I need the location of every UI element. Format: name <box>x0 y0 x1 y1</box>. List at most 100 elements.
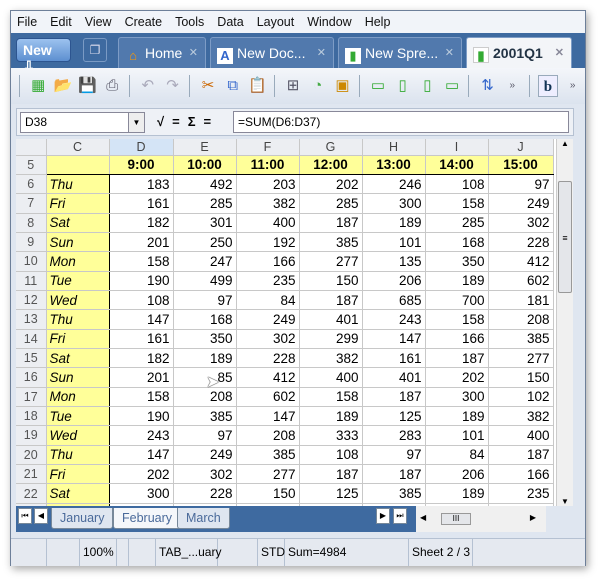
sum-icon[interactable]: Σ <box>188 114 204 129</box>
value-cell[interactable]: 243 <box>109 425 174 446</box>
column-header-e[interactable]: E <box>173 139 237 156</box>
value-cell[interactable]: 161 <box>109 193 174 214</box>
value-cell[interactable]: 602 <box>488 271 554 291</box>
day-cell[interactable]: Sun <box>46 367 110 388</box>
selection-mode[interactable]: STD <box>258 539 285 566</box>
value-cell[interactable]: 108 <box>299 445 363 466</box>
value-cell[interactable]: 125 <box>362 406 426 427</box>
value-cell[interactable]: 400 <box>488 425 554 446</box>
tab-2001q1[interactable]: ▮ 2001Q1 ✕ <box>466 37 572 68</box>
tab-new-spreadsheet[interactable]: ▮ New Spre... ✕ <box>338 37 462 68</box>
value-cell[interactable]: 382 <box>236 193 300 214</box>
value-cell[interactable]: 161 <box>362 348 426 369</box>
value-cell[interactable]: 147 <box>109 445 174 466</box>
scroll-up-icon[interactable]: ▲ <box>557 139 573 148</box>
next-sheet-icon[interactable]: ▶ <box>376 508 390 524</box>
value-cell[interactable]: 85 <box>173 367 237 388</box>
value-cell[interactable]: 246 <box>362 174 426 195</box>
insert-above-icon[interactable]: ▯ <box>392 75 413 97</box>
value-cell[interactable]: 182 <box>109 348 174 369</box>
hour-header-cell[interactable]: 10:00 <box>173 155 237 175</box>
hour-header-cell[interactable]: 14:00 <box>425 155 489 175</box>
value-cell[interactable]: 685 <box>362 290 426 311</box>
row-header[interactable]: 5 <box>16 155 47 175</box>
row-header[interactable]: 6 <box>16 174 47 195</box>
menu-create[interactable]: Create <box>125 15 163 29</box>
value-cell[interactable]: 285 <box>425 213 489 233</box>
menu-data[interactable]: Data <box>217 15 243 29</box>
value-cell[interactable]: 412 <box>488 251 554 272</box>
new-button[interactable]: New ⇩ <box>16 38 71 74</box>
value-cell[interactable]: 181 <box>488 290 554 311</box>
column-header-h[interactable]: H <box>362 139 426 156</box>
close-icon[interactable]: ✕ <box>555 46 564 59</box>
cell[interactable] <box>46 155 110 175</box>
menu-edit[interactable]: Edit <box>50 15 72 29</box>
scroll-down-icon[interactable]: ▼ <box>557 497 573 506</box>
value-cell[interactable]: 166 <box>488 464 554 485</box>
value-cell[interactable]: 412 <box>236 367 300 388</box>
value-cell[interactable]: 202 <box>425 367 489 388</box>
value-cell[interactable]: 108 <box>109 290 174 311</box>
value-cell[interactable]: 201 <box>109 232 174 253</box>
value-cell[interactable]: 101 <box>362 232 426 253</box>
value-cell[interactable]: 228 <box>236 348 300 369</box>
equals-icon[interactable]: = <box>204 114 220 129</box>
value-cell[interactable]: 158 <box>425 193 489 214</box>
value-cell[interactable]: 400 <box>299 367 363 388</box>
row-header[interactable]: 15 <box>16 348 47 369</box>
hour-header-cell[interactable]: 15:00 <box>488 155 554 175</box>
row-header[interactable]: 9 <box>16 232 47 253</box>
corner-cell[interactable] <box>16 139 47 156</box>
row-header[interactable]: 18 <box>16 406 47 427</box>
day-cell[interactable]: Fri <box>46 193 110 214</box>
sheet-tab-january[interactable]: January <box>51 508 114 529</box>
cell-reference-box[interactable]: D38 ▼ <box>20 112 145 133</box>
tab-new-document[interactable]: A New Doc... ✕ <box>210 37 334 68</box>
value-cell[interactable]: 700 <box>425 290 489 311</box>
row-header[interactable]: 10 <box>16 251 47 272</box>
value-cell[interactable]: 158 <box>299 387 363 407</box>
row-header[interactable]: 7 <box>16 193 47 214</box>
value-cell[interactable]: 206 <box>362 271 426 291</box>
column-header-c[interactable]: C <box>46 139 110 156</box>
scroll-thumb[interactable]: ≡ <box>558 181 572 293</box>
value-cell[interactable]: 243 <box>362 309 426 330</box>
close-icon[interactable]: ✕ <box>445 46 454 59</box>
day-cell[interactable]: Sat <box>46 213 110 233</box>
value-cell[interactable]: 108 <box>425 174 489 195</box>
row-header[interactable]: 17 <box>16 387 47 407</box>
day-cell[interactable]: Sun <box>46 232 110 253</box>
column-header-j[interactable]: J <box>488 139 554 156</box>
value-cell[interactable]: 97 <box>173 425 237 446</box>
day-cell[interactable]: Fri <box>46 464 110 485</box>
value-cell[interactable]: 150 <box>236 483 300 504</box>
value-cell[interactable]: 187 <box>362 387 426 407</box>
dropdown-arrow-icon[interactable]: ▼ <box>128 113 144 132</box>
day-cell[interactable]: Sat <box>46 348 110 369</box>
menu-help[interactable]: Help <box>365 15 391 29</box>
value-cell[interactable]: 401 <box>299 309 363 330</box>
scroll-right-icon[interactable]: ▶ <box>530 513 536 522</box>
value-cell[interactable]: 187 <box>299 464 363 485</box>
value-cell[interactable]: 166 <box>425 329 489 349</box>
menu-tools[interactable]: Tools <box>175 15 204 29</box>
value-cell[interactable]: 187 <box>299 213 363 233</box>
value-cell[interactable]: 300 <box>109 483 174 504</box>
value-cell[interactable]: 400 <box>236 213 300 233</box>
value-cell[interactable]: 158 <box>425 309 489 330</box>
value-cell[interactable]: 187 <box>362 464 426 485</box>
value-cell[interactable]: 168 <box>425 232 489 253</box>
value-cell[interactable]: 208 <box>173 387 237 407</box>
row-header[interactable]: 21 <box>16 464 47 485</box>
close-icon[interactable]: ✕ <box>317 46 326 59</box>
hour-header-cell[interactable]: 13:00 <box>362 155 426 175</box>
value-cell[interactable]: 84 <box>236 290 300 311</box>
value-cell[interactable]: 189 <box>362 213 426 233</box>
day-cell[interactable]: Thu <box>46 174 110 195</box>
value-cell[interactable]: 190 <box>109 406 174 427</box>
value-cell[interactable]: 385 <box>488 329 554 349</box>
undo-icon[interactable]: ↶ <box>138 75 159 97</box>
insert-table-icon[interactable]: ⊞ <box>283 75 304 97</box>
day-cell[interactable]: Mon <box>46 387 110 407</box>
